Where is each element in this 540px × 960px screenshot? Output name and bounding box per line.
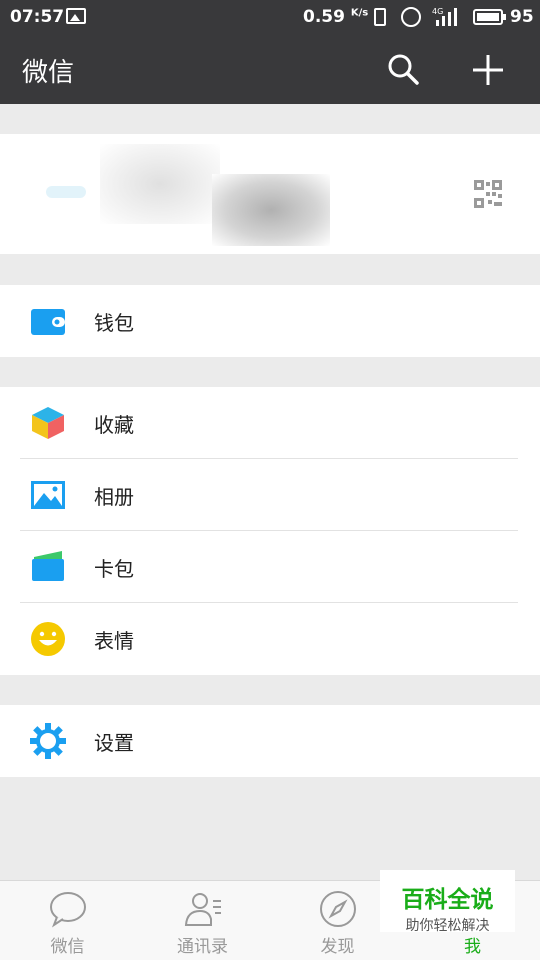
net-speed: 0.59 K/s — [303, 7, 368, 27]
qr-code-icon[interactable] — [474, 180, 502, 208]
watermark-title: 百科全说 — [401, 887, 494, 913]
status-time: 07:57 — [10, 7, 65, 27]
smiley-icon — [31, 622, 65, 656]
page-title: 微信 — [22, 58, 75, 88]
tab-label-chats: 微信 — [50, 937, 85, 957]
redacted-name — [46, 186, 86, 198]
net-speed-value: 0.59 — [303, 7, 345, 27]
menu-label-wallet: 钱包 — [94, 311, 134, 335]
photo-icon — [31, 481, 65, 509]
redacted-avatar — [100, 144, 220, 224]
menu-label-album: 相册 — [94, 485, 134, 509]
battery-level: 95 — [510, 7, 534, 27]
alarm-icon — [401, 7, 421, 27]
watermark-subtitle: 助你轻松解决 — [405, 918, 490, 934]
vibrate-icon — [374, 8, 386, 26]
main-menu-section: 收藏 相册 卡包 表情 — [0, 387, 540, 675]
redacted-wechat-id — [212, 174, 330, 246]
menu-item-favorites[interactable]: 收藏 — [0, 387, 540, 459]
menu-label-settings: 设置 — [94, 731, 134, 755]
cube-icon — [32, 407, 64, 439]
chat-bubble-icon — [50, 892, 86, 928]
settings-section: 设置 — [0, 705, 540, 777]
tab-label-me: 我 — [464, 937, 481, 957]
app-header: 微信 — [0, 34, 540, 104]
wallet-icon — [31, 309, 65, 335]
signal-icon: 4G — [432, 7, 457, 26]
compass-icon — [320, 891, 356, 927]
menu-item-album[interactable]: 相册 — [0, 459, 540, 531]
add-icon[interactable] — [468, 50, 508, 90]
profile-card[interactable] — [0, 134, 540, 254]
menu-item-stickers[interactable]: 表情 — [0, 603, 540, 675]
menu-item-wallet[interactable]: 钱包 — [0, 285, 540, 357]
status-bar: 07:57 0.59 K/s 4G 95 — [0, 0, 540, 34]
picture-icon — [66, 8, 86, 24]
gear-icon — [30, 723, 66, 759]
net-speed-unit: K/s — [350, 7, 369, 19]
menu-label-stickers: 表情 — [94, 629, 134, 653]
battery-icon — [473, 9, 506, 25]
tab-label-discover: 发现 — [320, 937, 355, 957]
contacts-icon — [184, 893, 221, 926]
tab-contacts[interactable]: 通讯录 — [135, 881, 270, 960]
menu-label-cards: 卡包 — [94, 557, 134, 581]
search-icon[interactable] — [384, 50, 422, 88]
tab-chats[interactable]: 微信 — [0, 881, 135, 960]
wallet-section: 钱包 — [0, 285, 540, 357]
menu-label-favorites: 收藏 — [94, 413, 134, 437]
network-type: 4G — [432, 7, 443, 16]
watermark: 百科全说 助你轻松解决 — [380, 870, 515, 934]
card-wallet-icon — [32, 551, 64, 581]
menu-item-settings[interactable]: 设置 — [0, 705, 540, 777]
tab-label-contacts: 通讯录 — [177, 937, 228, 957]
menu-item-cards[interactable]: 卡包 — [0, 531, 540, 603]
